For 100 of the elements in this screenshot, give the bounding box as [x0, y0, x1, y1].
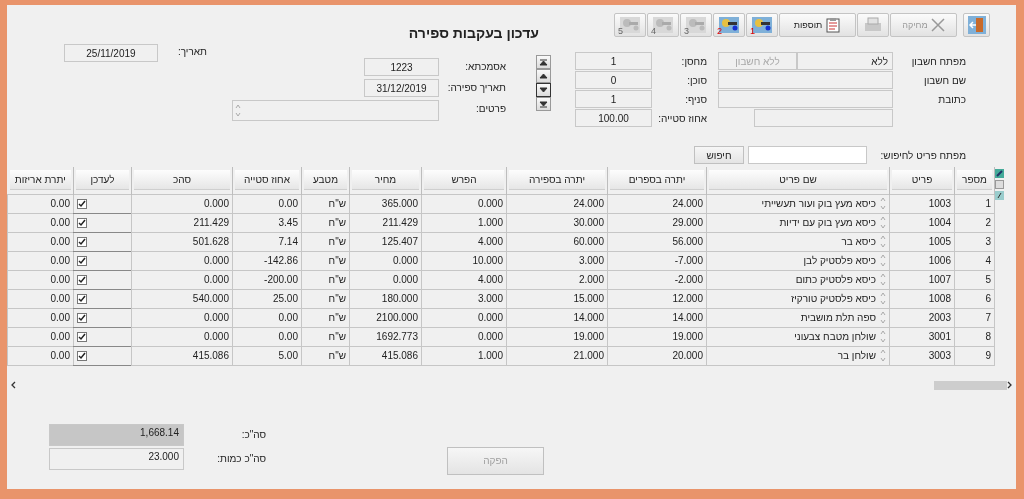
checkbox[interactable]	[77, 236, 87, 247]
search-field[interactable]	[748, 146, 867, 164]
record-nav-button[interactable]	[536, 55, 551, 69]
account-field[interactable]	[754, 109, 893, 127]
table-cell: 4.000	[421, 232, 507, 251]
update-cell[interactable]	[73, 327, 132, 346]
scroll-thumb[interactable]	[934, 380, 1007, 390]
table-cell: שולחן מטבח צבעוני	[794, 331, 876, 342]
key-button[interactable]: 1	[746, 13, 778, 37]
checkbox[interactable]	[77, 350, 87, 361]
extras-button[interactable]: תוספות	[779, 13, 856, 37]
spinner-icon	[235, 103, 241, 118]
pencil-icon[interactable]	[995, 191, 1004, 200]
printer-icon	[864, 17, 882, 33]
scroll-right-icon[interactable]	[1007, 381, 1013, 389]
edit-icon[interactable]	[995, 169, 1004, 178]
update-cell[interactable]	[73, 232, 132, 251]
column-header[interactable]: יתרת אריזות	[9, 170, 71, 191]
checkbox[interactable]	[77, 331, 87, 342]
table-cell: 1005	[889, 232, 955, 251]
details-field[interactable]	[232, 100, 439, 121]
column-header[interactable]: שם פריט	[709, 170, 887, 191]
table-cell: ש"ח	[301, 251, 350, 270]
warehouse-field[interactable]: 1	[575, 90, 652, 108]
table-cell: 19.000	[607, 327, 707, 346]
field-label: אחוז סטייה:	[657, 112, 707, 124]
column-header[interactable]: סהכ	[134, 170, 230, 191]
table-cell: 19.000	[506, 327, 608, 346]
document-field[interactable]: 1223	[364, 58, 439, 76]
record-nav-button[interactable]	[536, 83, 551, 97]
account-field[interactable]	[718, 71, 893, 89]
table-cell: 0.00	[7, 251, 74, 270]
update-cell[interactable]	[73, 270, 132, 289]
column-header[interactable]: אחוז סטייה	[235, 170, 299, 191]
table-cell: שולחן בר	[837, 350, 876, 361]
table-cell: 7	[954, 308, 995, 327]
door-icon	[967, 16, 986, 34]
account-field[interactable]	[718, 90, 893, 108]
table-cell: 3.45	[232, 213, 302, 232]
table-cell: 5.00	[232, 346, 302, 365]
record-nav-button[interactable]	[536, 97, 551, 111]
column-header[interactable]: מספר	[957, 170, 992, 191]
table-cell: 2100.000	[349, 308, 422, 327]
key-button[interactable]: 2	[713, 13, 745, 37]
table-cell: 0.000	[131, 251, 233, 270]
table-cell: 6	[954, 289, 995, 308]
clipboard-icon	[825, 17, 842, 33]
update-cell[interactable]	[73, 308, 132, 327]
checkbox[interactable]	[77, 312, 87, 323]
table-cell: 0.00	[7, 270, 74, 289]
key-icon	[685, 16, 707, 34]
column-header[interactable]: יתרה בספירה	[509, 170, 605, 191]
table-cell: כיסא מעץ בוק ועור תעשייתי	[761, 198, 876, 209]
key-icon	[619, 16, 641, 34]
table-cell: 3001	[889, 327, 955, 346]
key-icon	[751, 16, 773, 34]
checkbox[interactable]	[77, 217, 87, 228]
field-label: מפתח חשבון	[910, 55, 966, 67]
table-cell: כיסא פלסטיק טורקיז	[791, 293, 876, 304]
table-cell: ש"ח	[301, 308, 350, 327]
column-header[interactable]: פריט	[892, 170, 952, 191]
table-cell: 180.000	[349, 289, 422, 308]
column-header[interactable]: מחיר	[352, 170, 419, 191]
table-cell: 10.000	[421, 251, 507, 270]
total-field: 23.000	[49, 447, 184, 470]
checkbox[interactable]	[77, 198, 87, 209]
column-header[interactable]: לעדכן	[76, 170, 129, 191]
scroll-left-icon[interactable]	[10, 381, 16, 389]
warehouse-field[interactable]: 1	[575, 52, 652, 70]
checkbox[interactable]	[77, 293, 87, 304]
table-cell: 0.000	[131, 270, 233, 289]
table-cell: כיסא מעץ בוק עם ידיות	[779, 217, 876, 228]
table-cell: 9	[954, 346, 995, 365]
update-cell[interactable]	[73, 289, 132, 308]
table-cell: 2003	[889, 308, 955, 327]
column-header[interactable]: מטבע	[304, 170, 347, 191]
date-field[interactable]: 25/11/2019	[63, 44, 158, 62]
table-cell: 21.000	[506, 346, 608, 365]
update-cell[interactable]	[73, 213, 132, 232]
column-header[interactable]: יתרה בספרים	[610, 170, 704, 191]
table-cell: 0.000	[131, 194, 233, 213]
checkbox[interactable]	[77, 274, 87, 285]
table-cell: 0.000	[421, 327, 507, 346]
table-cell: 12.000	[607, 289, 707, 308]
checkbox[interactable]	[77, 255, 87, 266]
search-button[interactable]: חיפוש	[694, 146, 744, 164]
column-header[interactable]: הפרש	[424, 170, 504, 191]
update-cell[interactable]	[73, 251, 132, 270]
update-cell[interactable]	[73, 346, 132, 365]
warehouse-field[interactable]: 0	[575, 71, 652, 89]
exit-button[interactable]	[963, 13, 990, 37]
warehouse-field[interactable]: 100.00	[575, 109, 652, 127]
table-cell: 0.00	[7, 194, 74, 213]
update-cell[interactable]	[73, 194, 132, 213]
account-key-field[interactable]: ללא	[797, 52, 893, 70]
key-icon	[718, 16, 740, 34]
table-cell: 0.000	[131, 327, 233, 346]
table-cell: 0.00	[7, 289, 74, 308]
record-nav-button[interactable]	[536, 69, 551, 83]
document-field[interactable]: 31/12/2019	[364, 79, 439, 97]
